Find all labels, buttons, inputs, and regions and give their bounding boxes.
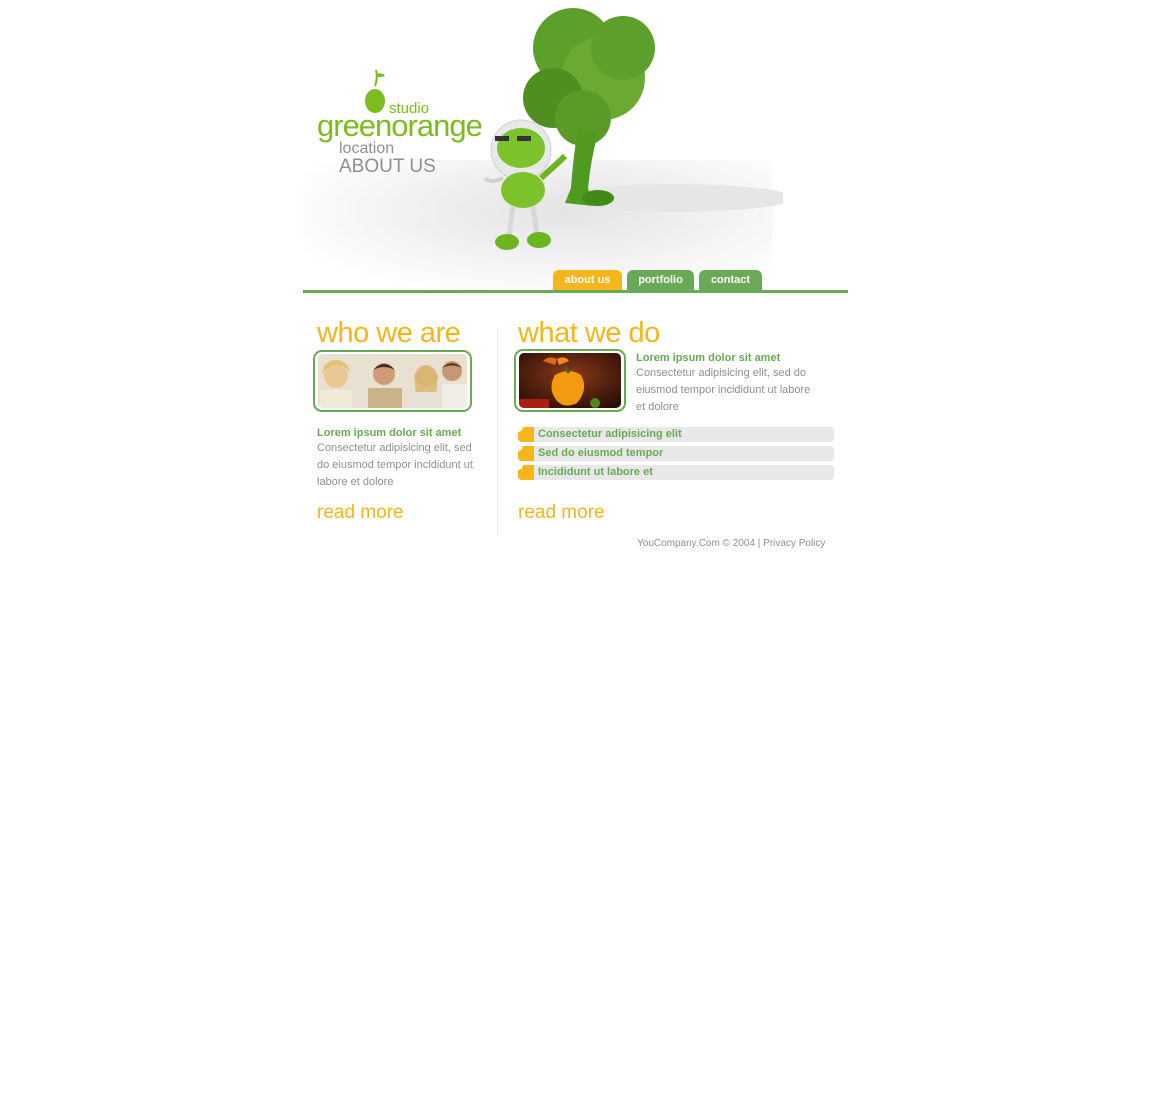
bullet-icon — [518, 427, 534, 442]
footer: YouCompany.Com © 2004 | Privacy Policy — [637, 538, 825, 549]
pepper-butterfly-photo — [519, 353, 621, 408]
list-item-label: Incididunt ut labore et — [538, 466, 653, 478]
team-photo-frame — [313, 350, 472, 412]
list-item[interactable]: Consectetur adipisicing elit — [518, 427, 834, 442]
what-we-do-read-more-link[interactable]: read more — [518, 502, 605, 524]
who-we-are-text: Lorem ipsum dolor sit amet Consectetur a… — [317, 427, 482, 491]
what-we-do-body: Consectetur adipisicing elit, sed do eiu… — [636, 367, 811, 413]
list-item-label: Consectetur adipisicing elit — [538, 428, 682, 440]
page: studio greenorange location ABOUT US abo… — [303, 0, 848, 560]
tab-about-us[interactable]: about us — [553, 270, 622, 290]
who-we-are-title: who we are — [317, 317, 461, 349]
who-we-are-read-more-link[interactable]: read more — [317, 502, 404, 524]
who-we-are-section: who we are Lorem ipsum dolor sit amet Co… — [313, 317, 482, 523]
who-we-are-heading: Lorem ipsum dolor sit amet — [317, 427, 462, 439]
robot-tree-illustration — [483, 8, 783, 250]
what-we-do-text: Lorem ipsum dolor sit amet Consectetur a… — [636, 352, 816, 416]
header: studio greenorange location ABOUT US — [303, 0, 848, 290]
bullet-icon — [518, 465, 534, 480]
logo-wordmark: greenorange — [317, 108, 483, 143]
who-we-are-body: Consectetur adipisicing elit, sed do eiu… — [317, 442, 473, 488]
what-we-do-heading: Lorem ipsum dolor sit amet — [636, 352, 781, 364]
studio-greenorange-logo[interactable]: studio greenorange — [317, 70, 487, 142]
logo-word-orange: orange — [391, 108, 483, 143]
logo-word-green: green — [317, 108, 392, 143]
column-divider — [497, 330, 498, 534]
list-item[interactable]: Sed do eiusmod tempor — [518, 446, 834, 461]
nav-divider — [303, 290, 848, 293]
footer-copyright: YouCompany.Com © 2004 | — [637, 538, 761, 549]
bullet-icon — [518, 446, 534, 461]
tab-contact[interactable]: contact — [699, 270, 762, 290]
list-item[interactable]: Incididunt ut labore et — [518, 465, 834, 480]
list-item-label: Sed do eiusmod tempor — [538, 447, 664, 459]
pepper-photo-frame — [514, 349, 626, 412]
page-title: ABOUT US — [339, 156, 436, 177]
what-we-do-title: what we do — [518, 317, 660, 349]
what-we-do-section: what we do Lorem ipsum dolor sit amet Co… — [514, 317, 838, 523]
team-photo — [318, 354, 467, 408]
privacy-policy-link[interactable]: Privacy Policy — [763, 538, 825, 549]
tab-portfolio[interactable]: portfolio — [627, 270, 694, 290]
